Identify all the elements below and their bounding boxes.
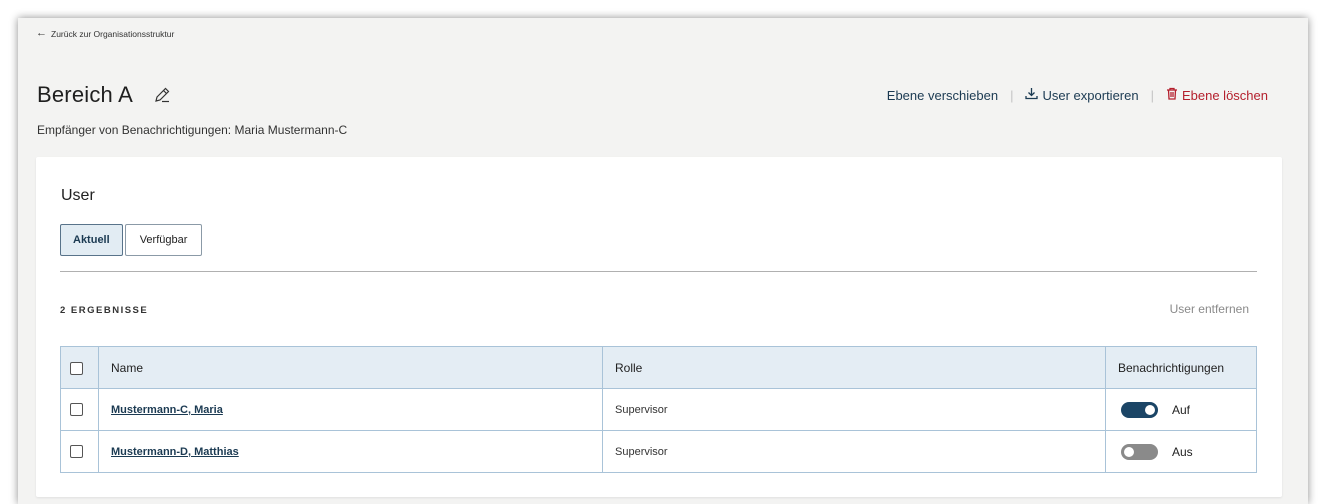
select-all-cell: [60, 346, 99, 389]
role-column-header[interactable]: Rolle: [602, 346, 1106, 389]
tab-aktuell[interactable]: Aktuell: [60, 224, 123, 256]
role-cell: Supervisor: [602, 388, 1106, 431]
table-header-row: Name Rolle Benachrichtigungen: [60, 346, 1257, 389]
users-card: User Aktuell Verfügbar 2 ERGEBNISSE User…: [36, 157, 1282, 497]
row-checkbox-cell: [60, 388, 99, 431]
notifications-status: Aus: [1172, 444, 1193, 459]
notifications-cell: Aus: [1105, 430, 1257, 473]
select-all-checkbox[interactable]: [70, 361, 83, 375]
notifications-toggle[interactable]: [1121, 443, 1158, 460]
table-row: Mustermann-C, Maria Supervisor Auf: [60, 388, 1257, 431]
delete-level-button[interactable]: Ebene löschen: [1166, 87, 1268, 103]
trash-icon: [1166, 87, 1178, 103]
row-checkbox[interactable]: [70, 403, 83, 416]
page-frame: ← Zurück zur Organisationsstruktur Berei…: [18, 18, 1308, 504]
user-name-link[interactable]: Mustermann-C, Maria: [111, 404, 223, 416]
action-separator: |: [1010, 87, 1014, 103]
row-checkbox-cell: [60, 430, 99, 473]
notifications-toggle[interactable]: [1121, 401, 1158, 418]
title-row: Bereich A: [37, 82, 171, 108]
users-card-title: User: [61, 187, 95, 204]
notification-recipients: Empfänger von Benachrichtigungen: Maria …: [37, 123, 348, 137]
back-link-label: Zurück zur Organisationsstruktur: [51, 28, 175, 39]
users-table: Name Rolle Benachrichtigungen Mustermann…: [60, 346, 1257, 473]
user-name-link[interactable]: Mustermann-D, Matthias: [111, 446, 239, 458]
download-icon: [1025, 87, 1039, 103]
page-title: Bereich A: [37, 82, 133, 107]
delete-level-label: Ebene löschen: [1181, 87, 1268, 103]
back-link[interactable]: ← Zurück zur Organisationsstruktur: [36, 28, 174, 39]
export-users-label: User exportieren: [1042, 87, 1139, 103]
notifications-cell: Auf: [1105, 388, 1257, 431]
arrow-left-icon: ←: [36, 27, 47, 39]
remove-users-button[interactable]: User entfernen: [1170, 302, 1249, 316]
name-cell: Mustermann-C, Maria: [98, 388, 603, 431]
notifications-column-header[interactable]: Benachrichtigungen: [1105, 346, 1257, 389]
toggle-knob: [1124, 446, 1134, 457]
users-tabs: Aktuell Verfügbar: [60, 224, 203, 256]
header-actions: Ebene verschieben | User exportieren | E…: [887, 87, 1268, 103]
table-row: Mustermann-D, Matthias Supervisor Aus: [60, 430, 1257, 473]
pencil-icon[interactable]: [153, 86, 171, 104]
row-checkbox[interactable]: [70, 445, 83, 458]
tab-verfuegbar[interactable]: Verfügbar: [124, 224, 203, 256]
toggle-knob: [1145, 404, 1155, 415]
role-cell: Supervisor: [602, 430, 1106, 473]
export-users-button[interactable]: User exportieren: [1025, 87, 1139, 103]
action-separator: |: [1150, 87, 1154, 103]
notifications-status: Auf: [1172, 402, 1191, 417]
divider: [60, 271, 1257, 272]
results-count: 2 ERGEBNISSE: [60, 305, 149, 316]
move-level-label: Ebene verschieben: [886, 87, 999, 103]
move-level-button[interactable]: Ebene verschieben: [887, 88, 998, 103]
name-column-header[interactable]: Name: [98, 346, 603, 389]
name-cell: Mustermann-D, Matthias: [98, 430, 603, 473]
